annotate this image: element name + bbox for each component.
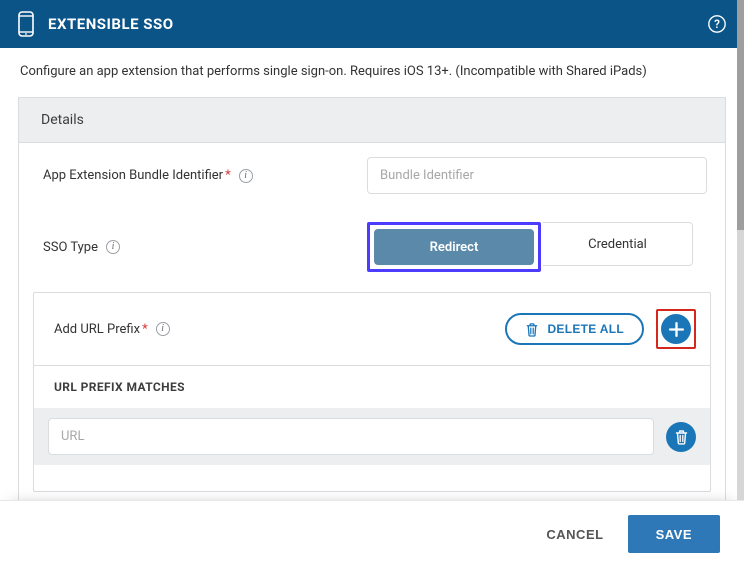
sso-type-label: SSO Type: [43, 240, 98, 255]
required-asterisk: *: [142, 322, 148, 337]
delete-all-label: DELETE ALL: [547, 322, 624, 336]
bundle-id-input[interactable]: [367, 157, 707, 194]
sso-type-redirect-button[interactable]: Redirect: [374, 229, 534, 265]
info-icon[interactable]: i: [106, 240, 120, 254]
details-panel: Details App Extension Bundle Identifier …: [18, 97, 726, 500]
content-scroll: Configure an app extension that performs…: [0, 48, 744, 500]
url-prefix-header: Add URL Prefix * i DELETE ALL: [34, 293, 710, 365]
save-button[interactable]: SAVE: [628, 515, 720, 553]
dialog-title: EXTENSIBLE SSO: [48, 15, 706, 33]
redirect-highlight-box: Redirect: [367, 222, 541, 272]
add-highlight-box: [656, 309, 696, 349]
plus-icon: [668, 321, 685, 338]
dialog-header: EXTENSIBLE SSO ?: [0, 0, 744, 48]
sso-type-credential-button[interactable]: Credential: [543, 222, 693, 266]
bundle-id-label: App Extension Bundle Identifier: [43, 168, 223, 183]
dialog-footer: CANCEL SAVE: [0, 500, 744, 567]
scrollbar-track[interactable]: [737, 0, 744, 500]
url-prefix-row: [34, 408, 710, 465]
trash-icon: [525, 322, 539, 337]
svg-text:?: ?: [714, 17, 720, 31]
url-prefix-input[interactable]: [48, 418, 654, 455]
required-asterisk: *: [225, 168, 231, 183]
url-prefix-panel: Add URL Prefix * i DELETE ALL: [33, 292, 711, 492]
device-icon: [16, 10, 36, 38]
sso-type-toggle: Redirect Credential: [367, 222, 707, 272]
sso-type-label-wrap: SSO Type i: [37, 240, 367, 255]
url-prefix-label: Add URL Prefix: [54, 322, 140, 337]
info-icon[interactable]: i: [239, 169, 253, 183]
cancel-button[interactable]: CANCEL: [540, 517, 609, 552]
sso-type-row: SSO Type i Redirect Credential: [19, 208, 725, 286]
url-matches-label: URL PREFIX MATCHES: [34, 365, 710, 408]
scrollbar-thumb[interactable]: [737, 0, 744, 230]
delete-all-button[interactable]: DELETE ALL: [505, 313, 644, 345]
help-icon[interactable]: ?: [706, 13, 728, 35]
add-url-button[interactable]: [661, 314, 691, 344]
delete-row-button[interactable]: [666, 422, 696, 452]
bundle-id-label-wrap: App Extension Bundle Identifier * i: [37, 168, 367, 183]
bundle-id-row: App Extension Bundle Identifier * i: [19, 143, 725, 208]
url-prefix-label-wrap: Add URL Prefix * i: [48, 322, 505, 337]
info-icon[interactable]: i: [156, 322, 170, 336]
trash-icon: [674, 429, 689, 445]
description-text: Configure an app extension that performs…: [0, 48, 744, 97]
panel-title: Details: [19, 98, 725, 143]
